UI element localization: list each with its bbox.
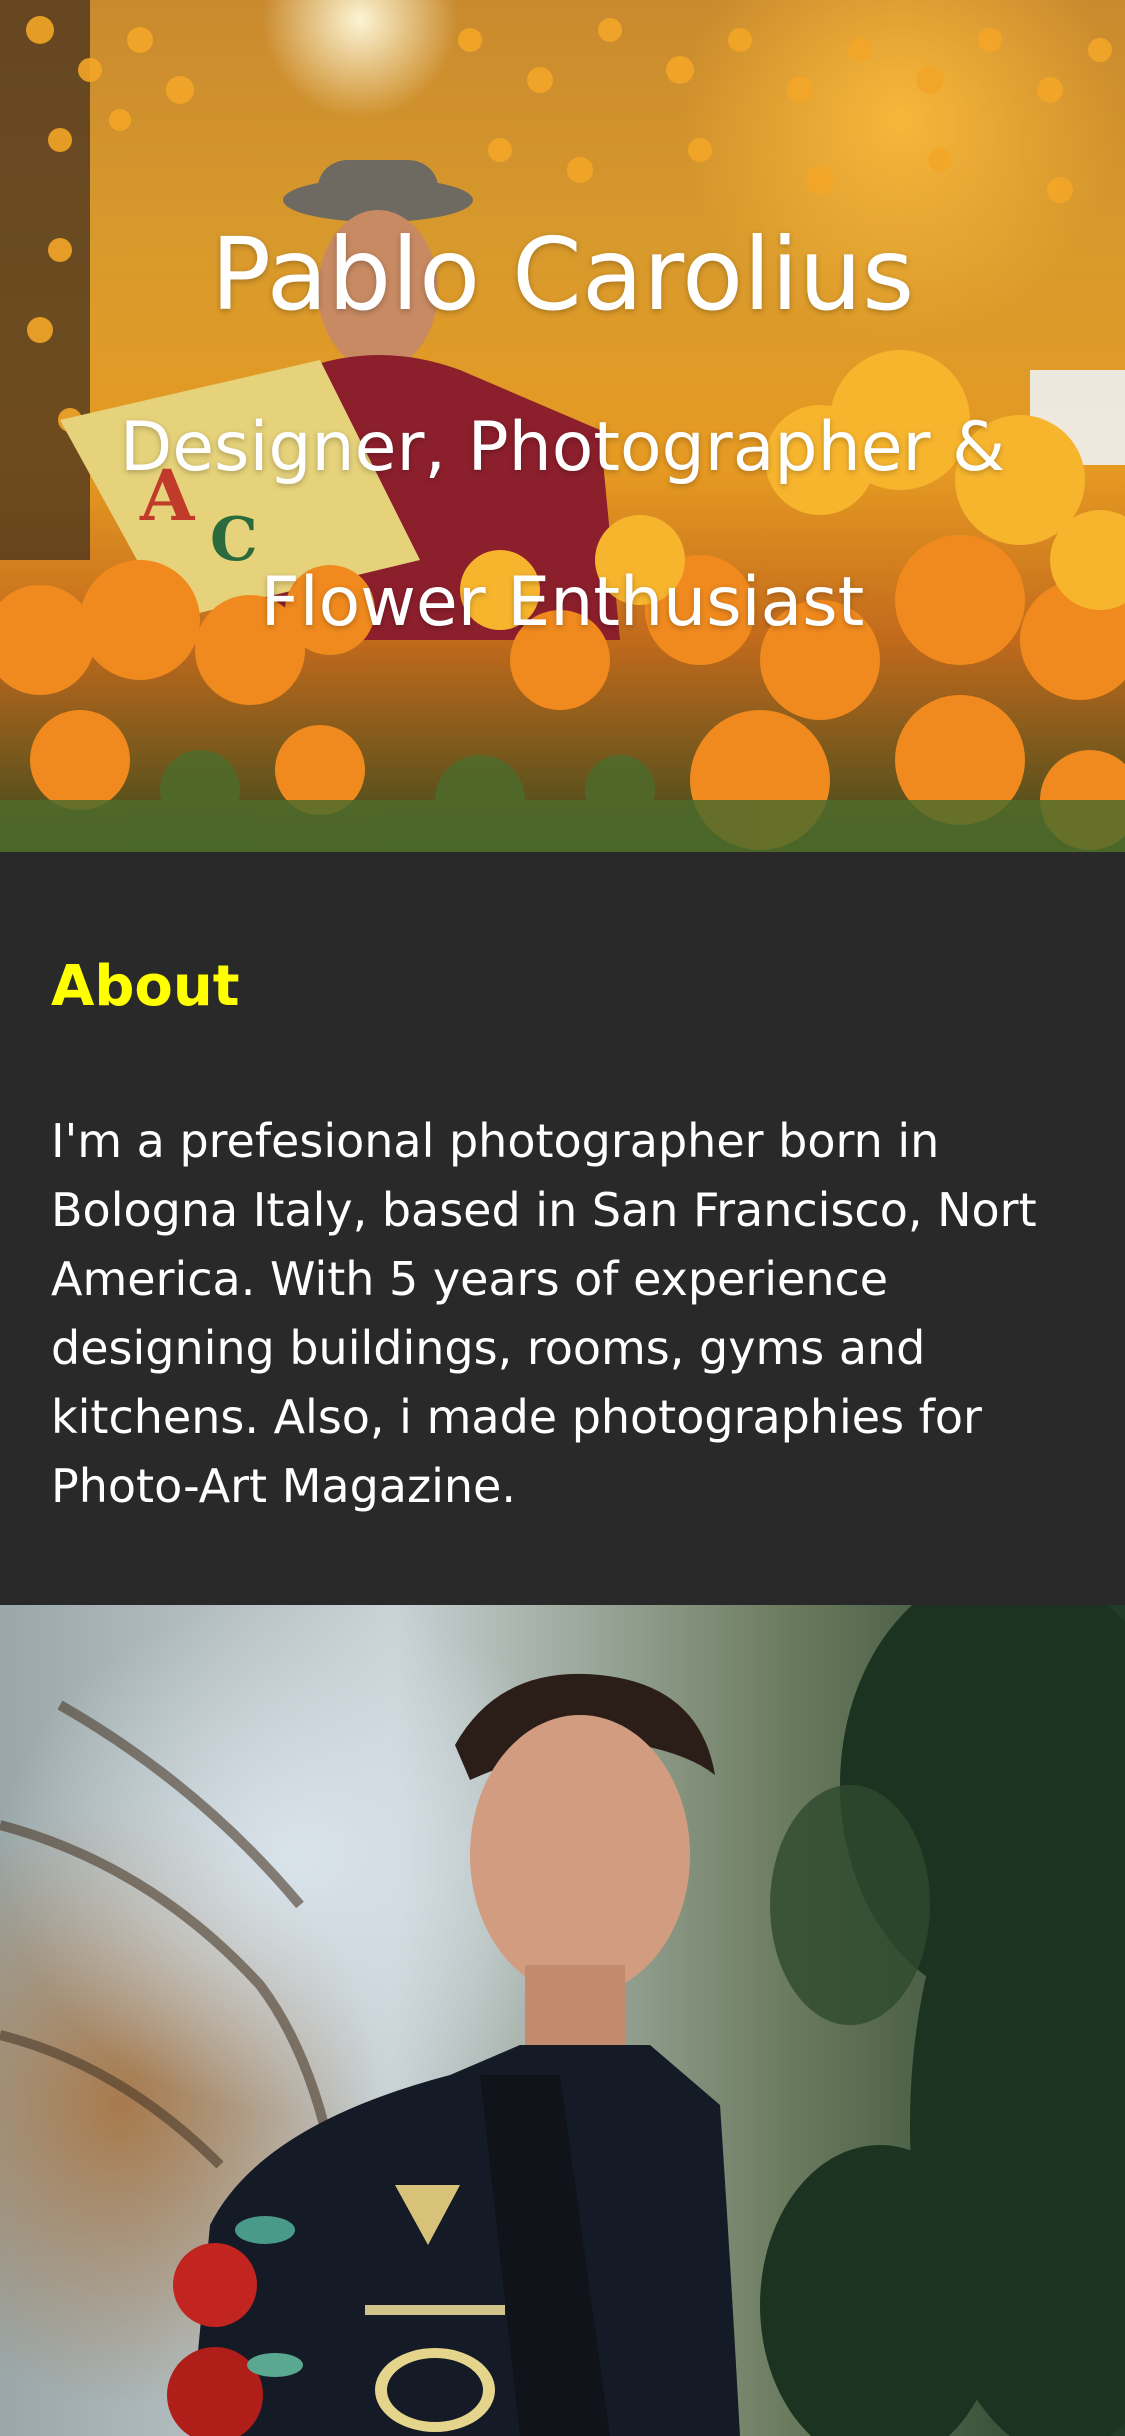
portrait-section — [0, 1605, 1125, 2436]
portrait-person — [167, 1673, 740, 2436]
hero-subtitle: Designer, Photographer & Flower Enthusia… — [0, 370, 1125, 680]
hero-subtitle-line-2: Flower Enthusiast — [260, 563, 865, 642]
about-heading: About — [51, 954, 240, 1019]
about-body-text: I'm a prefesional photographer born in B… — [51, 1114, 1037, 1513]
portrait-photo — [0, 1605, 1125, 2436]
hero-subtitle-line-1: Designer, Photographer & — [119, 408, 1006, 487]
hero-name-title: Pablo Carolius — [210, 216, 915, 333]
about-section: About I'm a prefesional photographer bor… — [0, 852, 1125, 1605]
portfolio-page: A C Pablo Carolius Designer, Photographe… — [0, 0, 1125, 2436]
hero-section: A C Pablo Carolius Designer, Photographe… — [0, 0, 1125, 852]
